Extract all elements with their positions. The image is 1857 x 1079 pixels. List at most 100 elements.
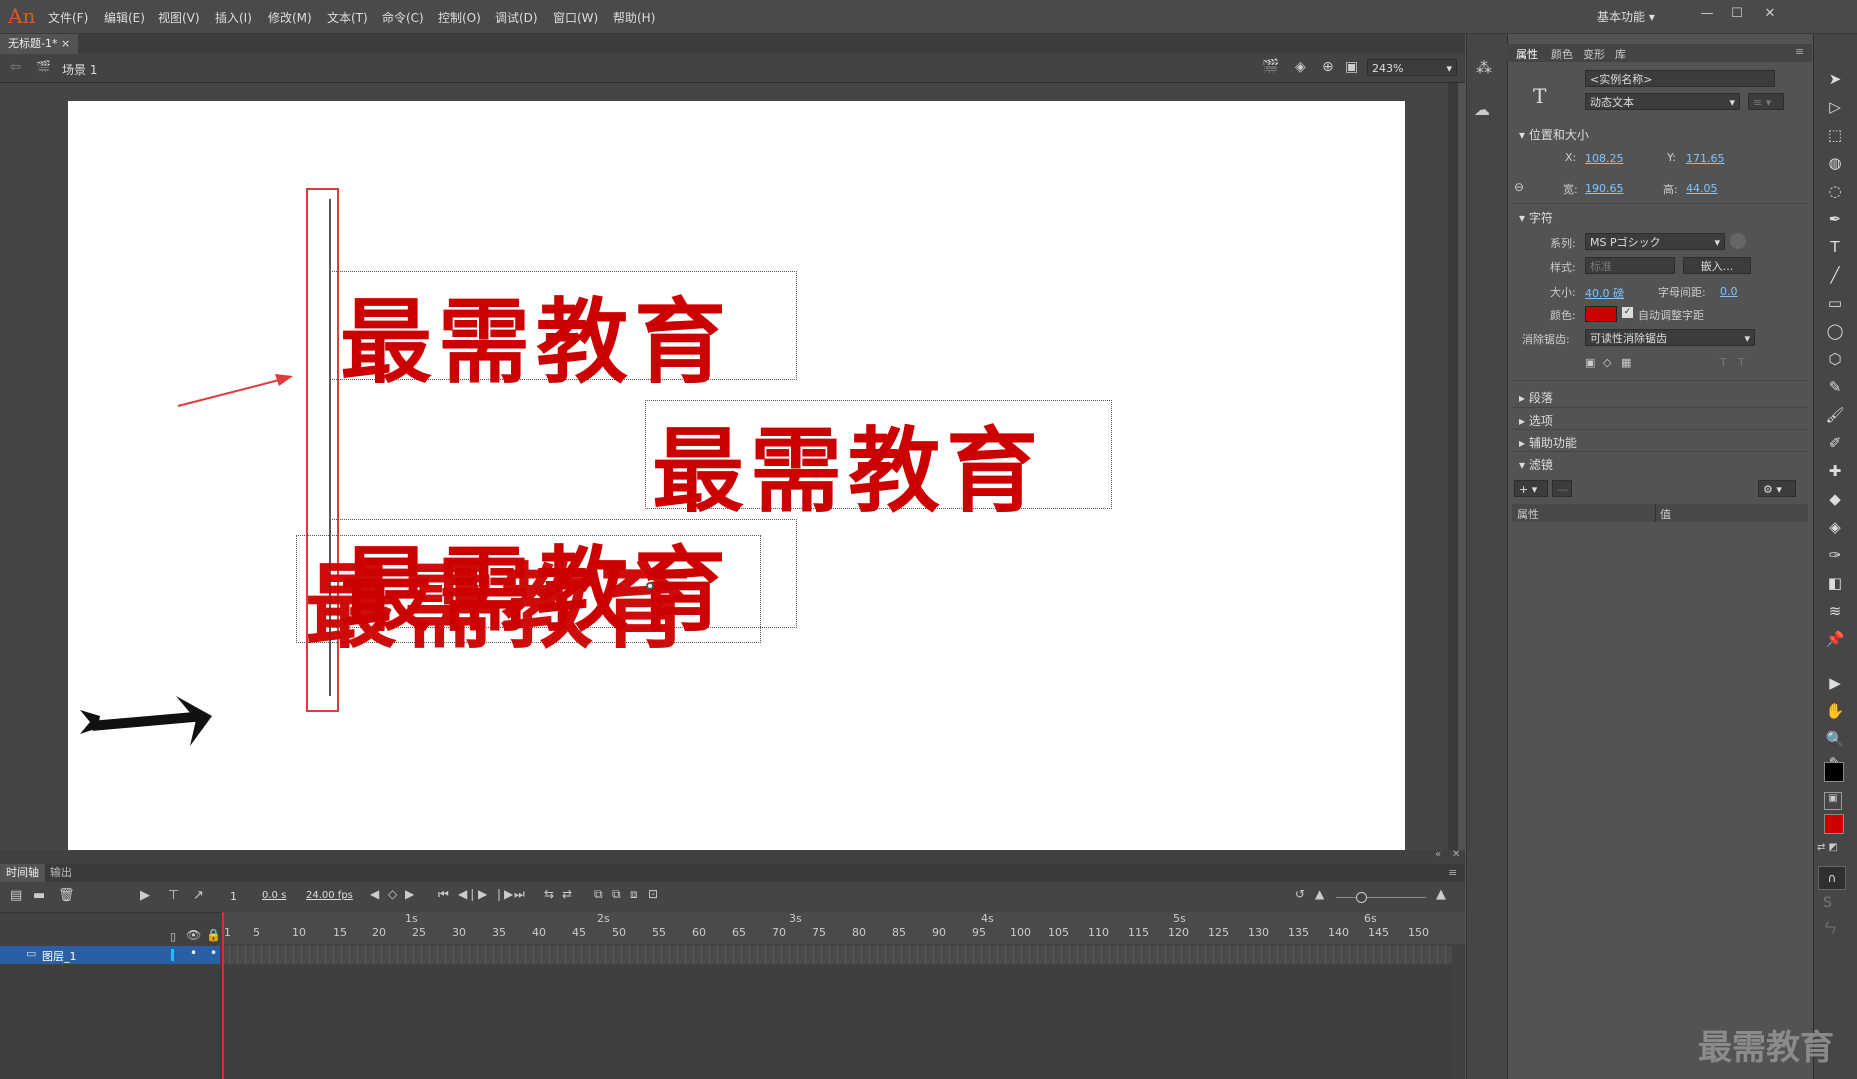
fill-color-swatch[interactable] bbox=[1824, 814, 1844, 834]
camera-icon[interactable]: ▶ bbox=[140, 888, 150, 903]
x-value[interactable]: 108.25 bbox=[1585, 152, 1624, 165]
width-tool-icon[interactable]: ≋ bbox=[1823, 600, 1847, 622]
clip-stage-icon[interactable]: ▣ bbox=[1345, 59, 1358, 75]
camera-tool-icon[interactable]: ▶ bbox=[1823, 672, 1847, 694]
width-value[interactable]: 190.65 bbox=[1585, 182, 1624, 195]
3d-rotation-tool-icon[interactable]: ◍ bbox=[1823, 152, 1847, 174]
layer-color-chip[interactable] bbox=[171, 949, 174, 961]
current-frame[interactable]: 1 bbox=[230, 890, 237, 903]
antialias-select[interactable]: 可读性消除锯齿 ▾ bbox=[1585, 329, 1755, 346]
text-tool-icon[interactable]: T bbox=[1823, 236, 1847, 258]
show-hide-icon[interactable]: 👁 bbox=[186, 928, 201, 942]
transform-point-icon[interactable] bbox=[646, 582, 654, 590]
ink-bottle-tool-icon[interactable]: ◈ bbox=[1823, 516, 1847, 538]
back-arrow-icon[interactable]: ⇦ bbox=[10, 60, 21, 75]
border-icon[interactable]: ▦ bbox=[1621, 356, 1631, 369]
slider-handle[interactable] bbox=[1356, 892, 1367, 903]
onion-skin-icon[interactable]: ⧉ bbox=[594, 887, 603, 902]
lasso-tool-icon[interactable]: ◌ bbox=[1823, 180, 1847, 202]
insert-keyframe-icon[interactable]: ◇ bbox=[388, 887, 397, 901]
cc-libraries-icon[interactable]: ☁ bbox=[1474, 100, 1490, 119]
line-type-select[interactable]: ≡ ▾ bbox=[1748, 93, 1784, 110]
edit-multiple-icon[interactable]: ⧈ bbox=[630, 887, 638, 902]
zoom-select[interactable]: 243% ▾ bbox=[1367, 59, 1457, 76]
timeline-zoom-slider[interactable] bbox=[1336, 897, 1426, 898]
line-tool-icon[interactable]: ╱ bbox=[1823, 264, 1847, 286]
graph-icon[interactable]: ↗ bbox=[193, 888, 204, 903]
letter-spacing-value[interactable]: 0.0 bbox=[1720, 285, 1738, 298]
rectangle-tool-icon[interactable]: ▭ bbox=[1823, 292, 1847, 314]
pin-tool-icon[interactable]: 📌 bbox=[1823, 628, 1847, 650]
stage-text-2[interactable]: 最需教育 bbox=[652, 397, 1044, 530]
font-style-select[interactable]: 标准 bbox=[1585, 257, 1675, 274]
tab-transform[interactable]: 变形 bbox=[1583, 46, 1605, 62]
pencil-tool-icon[interactable]: ✎ bbox=[1823, 376, 1847, 398]
workspace-switcher[interactable]: 基本功能 ▾ bbox=[1597, 8, 1655, 25]
menu-item[interactable]: 文本(T) bbox=[327, 9, 368, 26]
paint-brush-tool-icon[interactable]: 🖌 bbox=[1823, 404, 1847, 426]
center-stage-icon[interactable]: ⊕ bbox=[1322, 59, 1334, 75]
tab-properties[interactable]: 属性 bbox=[1516, 46, 1538, 62]
subselection-tool-icon[interactable]: ▷ bbox=[1823, 96, 1847, 118]
stage-text-4[interactable]: 最需教育 bbox=[305, 533, 697, 666]
brush-tool-icon[interactable]: ✐ bbox=[1823, 432, 1847, 454]
filters-header[interactable]: ▾ 滤镜 bbox=[1519, 456, 1553, 473]
tab-close-icon[interactable]: × bbox=[61, 37, 70, 50]
hand-tool-icon[interactable]: ✋ bbox=[1823, 700, 1847, 722]
panel-close-icon[interactable]: ✕ bbox=[1452, 849, 1460, 860]
stage-vertical-scrollbar[interactable] bbox=[1448, 83, 1458, 850]
visible-dot-icon[interactable]: • bbox=[190, 946, 197, 960]
y-value[interactable]: 171.65 bbox=[1686, 152, 1725, 165]
size-value[interactable]: 40.0 磅 bbox=[1585, 285, 1624, 301]
document-tab[interactable]: 无标题-1* × bbox=[0, 34, 79, 54]
lock-dot-icon[interactable]: • bbox=[210, 946, 217, 960]
globe-icon[interactable] bbox=[1730, 233, 1746, 249]
motion-presets-icon[interactable]: ⁂ bbox=[1476, 58, 1492, 77]
black-arrow-shape[interactable] bbox=[78, 690, 218, 752]
frame-rate[interactable]: 24.00 fps bbox=[306, 890, 353, 901]
free-transform-tool-icon[interactable]: ⬚ bbox=[1823, 124, 1847, 146]
minimize-icon[interactable]: — bbox=[1697, 4, 1717, 24]
last-frame-icon[interactable]: ⏭ bbox=[514, 887, 525, 902]
tab-color[interactable]: 颜色 bbox=[1551, 46, 1573, 62]
autokern-checkbox[interactable]: ✓ bbox=[1622, 307, 1633, 318]
menu-item[interactable]: 文件(F) bbox=[48, 9, 88, 26]
first-frame-icon[interactable]: ⏮ bbox=[438, 887, 449, 902]
modify-markers-icon[interactable]: ⊡ bbox=[648, 887, 658, 901]
oval-tool-icon[interactable]: ◯ bbox=[1823, 320, 1847, 342]
accessibility-header[interactable]: ▸ 辅助功能 bbox=[1519, 434, 1577, 451]
selection-tool-icon[interactable]: ➤ bbox=[1823, 68, 1847, 90]
tab-timeline[interactable]: 时间轴 bbox=[0, 864, 45, 882]
eyedropper-tool-icon[interactable]: ✑ bbox=[1823, 544, 1847, 566]
fill-icon[interactable]: ▣ bbox=[1824, 792, 1842, 810]
play-icon[interactable]: ▶ bbox=[478, 887, 487, 901]
panel-menu-icon[interactable]: ≡ bbox=[1795, 45, 1804, 58]
add-filter-button[interactable]: + ▾ bbox=[1514, 480, 1548, 497]
stroke-color-swatch[interactable] bbox=[1824, 762, 1844, 782]
menu-item[interactable]: 插入(I) bbox=[215, 9, 252, 26]
edit-symbol-icon[interactable]: ◈ bbox=[1295, 59, 1306, 75]
delete-layer-icon[interactable]: 🗑 bbox=[58, 888, 75, 903]
parent-view-icon[interactable]: ⊤ bbox=[168, 888, 179, 903]
undo-icon[interactable]: ↺ bbox=[1295, 887, 1305, 901]
superscript-icon[interactable]: T bbox=[1720, 356, 1727, 369]
menu-item[interactable]: 修改(M) bbox=[268, 9, 312, 26]
straighten-icon[interactable]: ㄣ bbox=[1823, 918, 1837, 938]
frames-row[interactable] bbox=[222, 946, 1452, 964]
eraser-tool-icon[interactable]: ◧ bbox=[1823, 572, 1847, 594]
subscript-icon[interactable]: T bbox=[1738, 356, 1745, 369]
layer-name[interactable]: 图层_1 bbox=[42, 948, 77, 964]
next-keyframe-icon[interactable]: ▶ bbox=[405, 887, 414, 901]
timeline-menu-icon[interactable]: ≡ bbox=[1448, 866, 1457, 879]
loop-icon[interactable]: ⇆ bbox=[544, 887, 554, 901]
current-time[interactable]: 0.0 s bbox=[262, 890, 286, 901]
embed-button[interactable]: 嵌入... bbox=[1683, 257, 1751, 274]
polystar-tool-icon[interactable]: ⬡ bbox=[1823, 348, 1847, 370]
maximize-icon[interactable]: ☐ bbox=[1727, 4, 1747, 24]
menu-item[interactable]: 编辑(E) bbox=[104, 9, 145, 26]
menu-item[interactable]: 控制(O) bbox=[438, 9, 481, 26]
remove-filter-button[interactable]: — bbox=[1552, 480, 1572, 497]
zoom-tool-icon[interactable]: 🔍 bbox=[1823, 728, 1847, 750]
options-header[interactable]: ▸ 选项 bbox=[1519, 412, 1553, 429]
selectable-icon[interactable]: ▣ bbox=[1585, 356, 1595, 369]
